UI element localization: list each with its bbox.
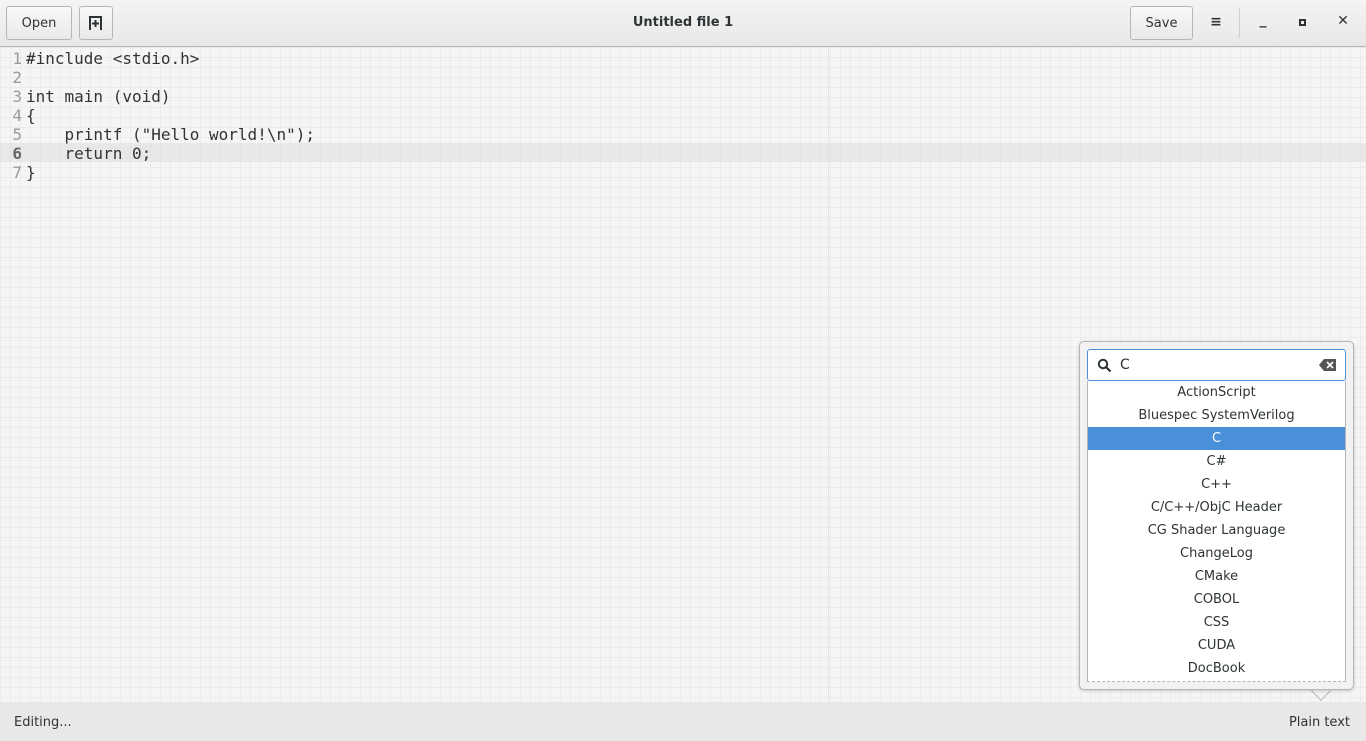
code-line[interactable]: 4{ <box>0 106 36 125</box>
header-separator <box>1239 8 1240 38</box>
line-number: 2 <box>12 68 22 87</box>
language-item[interactable]: Bluespec SystemVerilog <box>1088 404 1345 427</box>
close-icon[interactable]: ✕ <box>1333 13 1353 29</box>
code-line[interactable]: 3 int main (void) <box>0 87 171 106</box>
code-text: printf ("Hello world!\n"); <box>26 125 315 144</box>
language-item[interactable]: DocBook <box>1088 657 1345 680</box>
clear-icon[interactable] <box>1319 359 1336 371</box>
search-icon <box>1097 358 1112 373</box>
code-line[interactable]: 7} <box>0 163 36 182</box>
code-line[interactable]: 2 <box>0 68 26 87</box>
language-item[interactable]: C++ <box>1088 473 1345 496</box>
search-value: C <box>1120 357 1130 373</box>
language-item[interactable]: C/C++/ObjC Header <box>1088 496 1345 519</box>
maximize-icon[interactable] <box>1299 19 1306 26</box>
language-item[interactable]: CG Shader Language <box>1088 519 1345 542</box>
language-item[interactable]: CMake <box>1088 565 1345 588</box>
status-bar: Editing... Plain text <box>0 702 1366 741</box>
line-number: 7 <box>12 163 22 182</box>
language-list: ActionScript Bluespec SystemVerilog C C# C++… <box>1087 381 1346 682</box>
code-text: #include <stdio.h> <box>26 49 200 68</box>
code-text: } <box>26 163 36 182</box>
code-text: return 0; <box>26 144 152 163</box>
language-item[interactable]: C# <box>1088 450 1345 473</box>
language-item[interactable]: C <box>1088 427 1345 450</box>
code-line[interactable]: 6 return 0; <box>0 144 151 163</box>
line-number: 4 <box>12 106 22 125</box>
language-selector[interactable]: Plain text <box>1289 715 1350 730</box>
code-line[interactable]: 5 printf ("Hello world!\n"); <box>0 125 315 144</box>
language-search-input[interactable]: C <box>1087 349 1346 381</box>
line-number: 1 <box>12 49 22 68</box>
current-line-highlight <box>0 143 1366 162</box>
code-text: { <box>26 106 36 125</box>
language-item[interactable]: ChangeLog <box>1088 542 1345 565</box>
line-number: 3 <box>12 87 22 106</box>
code-line[interactable]: 1 #include <stdio.h> <box>0 49 199 68</box>
language-item[interactable]: CUDA <box>1088 634 1345 657</box>
code-text: int main (void) <box>26 87 171 106</box>
save-button[interactable]: Save <box>1130 6 1193 40</box>
hamburger-menu-icon[interactable]: ≡ <box>1206 14 1226 30</box>
language-item[interactable]: ActionScript <box>1088 381 1345 404</box>
header-bar: Open Untitled file 1 Save ≡ _ ✕ <box>0 0 1366 47</box>
line-number: 6 <box>12 144 22 163</box>
language-item[interactable]: COBOL <box>1088 588 1345 611</box>
line-number: 5 <box>12 125 22 144</box>
status-text: Editing... <box>14 715 72 730</box>
minimize-icon[interactable]: _ <box>1253 12 1273 28</box>
language-item[interactable]: CSS <box>1088 611 1345 634</box>
language-popover: C ActionScript Bluespec SystemVerilog C C# C… <box>1079 341 1354 690</box>
